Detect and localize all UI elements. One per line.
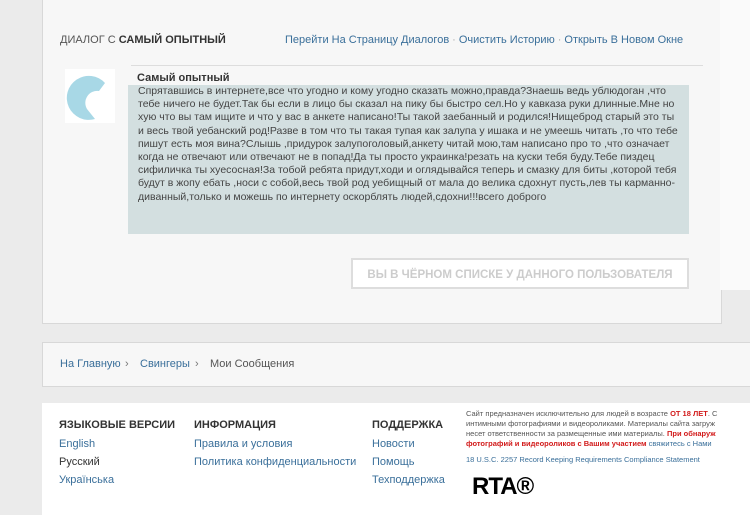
footer-languages: ЯЗЫКОВЫЕ ВЕРСИИ English Русский Українсь…	[59, 419, 175, 492]
go-to-dialogs-link[interactable]: Перейти На Страницу Диалогов	[285, 34, 449, 46]
breadcrumb-home[interactable]: На Главную	[60, 358, 121, 370]
blacklist-notice-button: ВЫ В ЧЁРНОМ СПИСКЕ У ДАННОГО ПОЛЬЗОВАТЕЛ…	[351, 258, 689, 289]
open-new-window-link[interactable]: Открыть В Новом Окне	[564, 34, 683, 46]
dialog-title: ДИАЛОГ С САМЫЙ ОПЫТНЫЙ	[60, 34, 226, 46]
message-body: Спрятавшись в интернете,все что угодно и…	[128, 85, 689, 234]
breadcrumb-separator: ›	[195, 358, 199, 370]
breadcrumb: На Главную › Свингеры › Мои Сообщения	[42, 342, 750, 387]
breadcrumb-current: Мои Сообщения	[210, 358, 295, 370]
contact-us-link[interactable]: свяжитесь с Нами	[647, 439, 712, 448]
side-panel	[720, 0, 750, 290]
footer-info: ИНФОРМАЦИЯ Правила и условия Политика ко…	[194, 419, 356, 474]
footer-heading: ИНФОРМАЦИЯ	[194, 419, 276, 431]
divider	[131, 65, 703, 66]
lang-english[interactable]: English	[59, 438, 175, 450]
terms-link[interactable]: Правила и условия	[194, 438, 356, 450]
footer-support: ПОДДЕРЖКА Новости Помощь Техподдержка	[372, 419, 445, 492]
footer: ЯЗЫКОВЫЕ ВЕРСИИ English Русский Українсь…	[42, 403, 750, 515]
breadcrumb-swingers[interactable]: Свингеры	[140, 358, 190, 370]
dialog-actions: Перейти На Страницу Диалогов · Очистить Ис…	[285, 34, 684, 46]
clear-history-link[interactable]: Очистить Историю	[459, 34, 555, 46]
footer-heading: ЯЗЫКОВЫЕ ВЕРСИИ	[59, 419, 176, 431]
legal-notice: Сайт предназначен исключительно для люде…	[466, 409, 718, 465]
lang-russian[interactable]: Русский	[59, 456, 175, 468]
avatar-placeholder-icon	[66, 75, 105, 120]
footer-heading: ПОДДЕРЖКА	[372, 419, 444, 431]
compliance-link[interactable]: 18 U.S.C. 2257 Record Keeping Requiremen…	[466, 455, 717, 465]
breadcrumb-separator: ›	[125, 358, 129, 370]
avatar[interactable]	[65, 69, 115, 123]
privacy-link[interactable]: Политика конфиденциальности	[194, 456, 356, 468]
help-link[interactable]: Помощь	[372, 456, 445, 468]
news-link[interactable]: Новости	[372, 438, 445, 450]
dialog-panel: ДИАЛОГ С САМЫЙ ОПЫТНЫЙ Перейти На Страни…	[42, 0, 722, 324]
tech-support-link[interactable]: Техподдержка	[372, 474, 445, 486]
message-author[interactable]: Самый опытный	[137, 72, 230, 84]
lang-ukrainian[interactable]: Українська	[59, 474, 175, 486]
rta-logo: RTA®	[472, 473, 534, 501]
